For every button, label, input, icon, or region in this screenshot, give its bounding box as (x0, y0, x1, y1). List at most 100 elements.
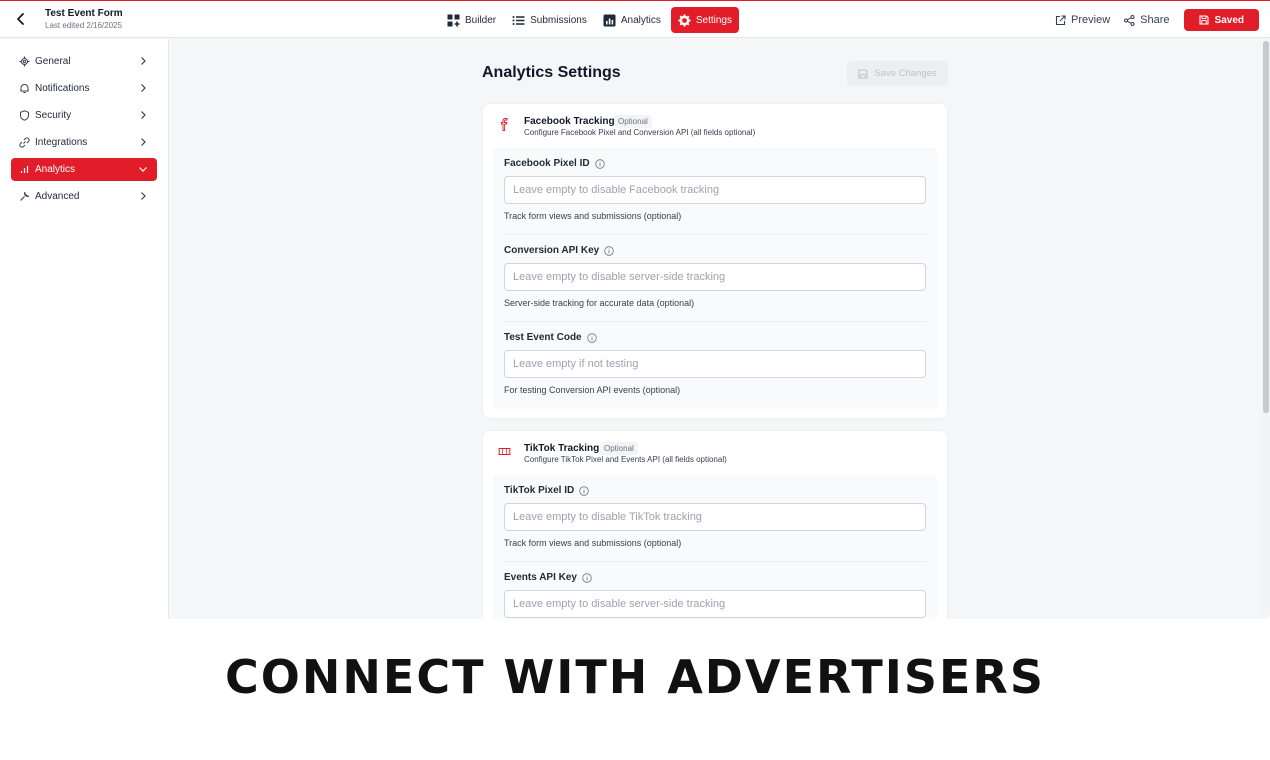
card-header: TikTok Tracking Optional Configure TikTo… (483, 431, 947, 475)
save-changes-button[interactable]: Save Changes (847, 61, 948, 86)
page-title: Analytics Settings (482, 64, 621, 81)
chevron-right-icon (141, 111, 146, 119)
last-edited-text: Last edited 2/16/2025 (45, 21, 122, 30)
field-tiktok-pixel-id: TikTok Pixel ID Track form views and sub… (504, 475, 926, 562)
facebook-pixel-id-input[interactable] (504, 176, 926, 204)
optional-badge: Optional (614, 115, 652, 128)
card-body: TikTok Pixel ID Track form views and sub… (493, 475, 937, 619)
sidebar-item-label: Advanced (35, 191, 80, 202)
field-events-api-key: Events API Key (504, 562, 926, 619)
save-icon (858, 68, 868, 79)
sidebar-item-advanced[interactable]: Advanced (11, 185, 157, 208)
tiktok-tracking-card: TikTok Tracking Optional Configure TikTo… (482, 430, 948, 619)
tab-analytics-label: Analytics (620, 14, 661, 26)
field-label: TikTok Pixel ID (504, 485, 575, 496)
form-title: Test Event Form (45, 8, 123, 19)
sidebar-item-analytics[interactable]: Analytics (11, 158, 157, 181)
optional-badge: Optional (600, 442, 638, 455)
facebook-icon (501, 118, 508, 131)
field-label-row: Conversion API Key (504, 245, 614, 256)
field-label-row: Events API Key (504, 572, 592, 583)
tiktok-pixel-id-input[interactable] (504, 503, 926, 531)
gear-icon (19, 56, 30, 67)
field-facebook-pixel-id: Facebook Pixel ID Track form views and s… (504, 148, 926, 235)
card-body: Facebook Pixel ID Track form views and s… (493, 148, 937, 409)
field-help-text: Track form views and submissions (option… (504, 211, 682, 221)
chevron-left-icon (17, 13, 24, 25)
top-bar: Test Event Form Last edited 2/16/2025 Bu… (0, 1, 1270, 38)
preview-label: Preview (1071, 14, 1111, 26)
field-label-row: Test Event Code (504, 332, 597, 343)
tab-analytics[interactable]: Analytics (597, 7, 667, 33)
info-icon[interactable] (586, 332, 597, 343)
scrollbar-thumb[interactable] (1263, 41, 1269, 413)
chevron-right-icon (141, 192, 146, 200)
main-content: Analytics Settings Save Changes Facebook… (170, 39, 1262, 619)
list-icon (512, 15, 525, 25)
info-icon[interactable] (604, 245, 614, 256)
bar-chart-icon (19, 164, 30, 175)
top-actions: Preview Share Saved (1055, 9, 1259, 31)
back-button[interactable] (12, 10, 30, 28)
chevron-down-icon (139, 167, 147, 172)
sidebar-item-label: Analytics (35, 164, 76, 175)
chevron-right-icon (141, 57, 146, 65)
field-help-text: For testing Conversion API events (optio… (504, 385, 681, 395)
field-label: Events API Key (504, 572, 577, 583)
tab-settings[interactable]: Settings (670, 7, 739, 33)
field-conversion-api-key: Conversion API Key Server-side tracking … (504, 235, 926, 322)
bell-icon (19, 83, 30, 94)
info-icon[interactable] (582, 572, 592, 583)
app-window: Test Event Form Last edited 2/16/2025 Bu… (0, 0, 1270, 619)
save-icon (1198, 15, 1209, 25)
tab-bar: Builder Submissions Analytics Settings (441, 7, 739, 33)
field-test-event-code: Test Event Code For testing Conversion A… (504, 322, 926, 409)
tab-builder[interactable]: Builder (441, 7, 502, 33)
settings-sidebar: General Notifications Security Integrati… (0, 39, 169, 619)
conversion-api-key-input[interactable] (504, 263, 926, 291)
sidebar-item-label: Integrations (35, 137, 88, 148)
sidebar-item-integrations[interactable]: Integrations (11, 131, 157, 154)
sidebar-item-label: Security (35, 110, 72, 121)
caption-text: CONNECT WITH ADVERTISERS (225, 650, 1045, 704)
saved-label: Saved (1214, 14, 1244, 26)
sidebar-item-security[interactable]: Security (11, 104, 157, 127)
field-help-text: Server-side tracking for accurate data (… (504, 298, 695, 308)
sidebar-item-label: General (35, 56, 71, 67)
external-link-icon (1055, 14, 1066, 25)
field-label-row: TikTok Pixel ID (504, 485, 589, 496)
save-changes-label: Save Changes (874, 68, 937, 79)
facebook-tracking-card: Facebook Tracking Optional Configure Fac… (482, 103, 948, 419)
share-icon (1124, 14, 1135, 26)
grid-plus-icon (447, 14, 460, 26)
tab-settings-label: Settings (695, 14, 732, 26)
ticket-icon (498, 448, 511, 455)
share-label: Share (1140, 14, 1170, 26)
sidebar-item-label: Notifications (35, 83, 90, 94)
share-button[interactable]: Share (1124, 14, 1170, 26)
chevron-right-icon (141, 84, 146, 92)
sidebar-item-general[interactable]: General (11, 50, 157, 73)
shield-icon (19, 110, 30, 121)
test-event-code-input[interactable] (504, 350, 926, 378)
card-description: Configure Facebook Pixel and Conversion … (524, 128, 756, 137)
sidebar-item-notifications[interactable]: Notifications (11, 77, 157, 100)
gear-icon (678, 14, 691, 26)
card-title: Facebook Tracking (524, 116, 615, 127)
field-label: Test Event Code (504, 332, 582, 343)
main-scrollbar[interactable] (1262, 39, 1270, 619)
preview-button[interactable]: Preview (1055, 14, 1110, 26)
tab-builder-label: Builder (465, 14, 497, 26)
tab-submissions[interactable]: Submissions (506, 7, 593, 33)
field-label: Facebook Pixel ID (504, 158, 590, 169)
field-label: Conversion API Key (504, 245, 600, 256)
link-icon (19, 137, 30, 148)
card-title: TikTok Tracking (524, 443, 600, 454)
field-help-text: Track form views and submissions (option… (504, 538, 682, 548)
field-label-row: Facebook Pixel ID (504, 158, 605, 169)
info-icon[interactable] (594, 158, 605, 169)
tab-submissions-label: Submissions (530, 14, 587, 26)
events-api-key-input[interactable] (504, 590, 926, 618)
saved-button[interactable]: Saved (1183, 9, 1259, 31)
info-icon[interactable] (579, 485, 589, 496)
